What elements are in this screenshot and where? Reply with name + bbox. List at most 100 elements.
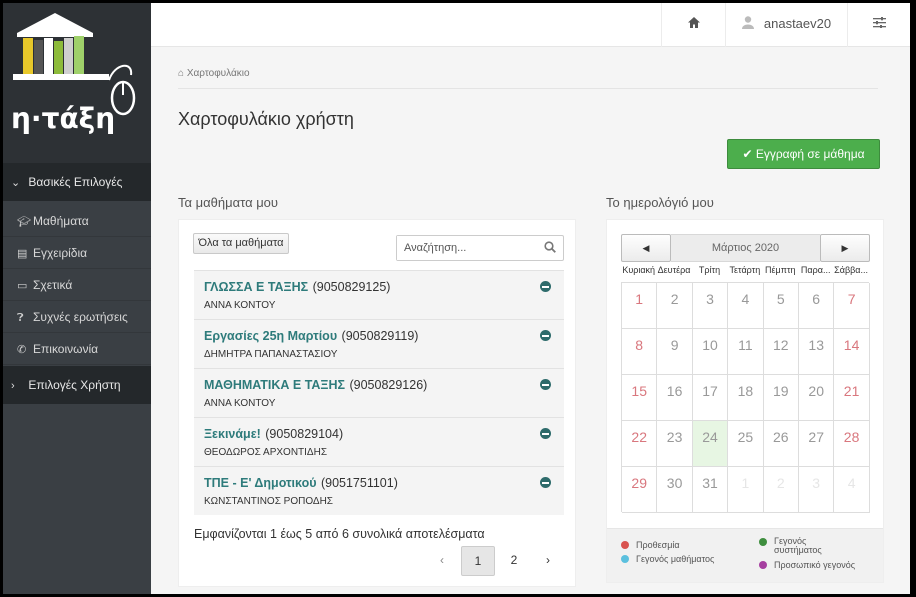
calendar-day[interactable]: 11 [728,329,764,375]
course-link[interactable]: Ξεκινάμε! [204,427,261,441]
logo[interactable]: η·τάξη [3,3,151,163]
legend-dot [621,541,629,549]
sidebar-item-contact[interactable]: ✆ Επικοινωνία [3,333,151,365]
legend-dot [759,538,767,546]
calendar-day[interactable]: 12 [763,329,799,375]
course-code: (9050829126) [349,378,428,392]
sidebar-item-courses[interactable]: 🎓︎ Μαθήματα [3,205,151,237]
sidebar-item-about[interactable]: ▭ Σχετικά [3,269,151,301]
sidebar-section-user[interactable]: › Επιλογές Χρήστη [3,366,151,404]
legend-item: Γεγονός συστήματος [759,537,859,555]
sidebar-section-main-label: Βασικές Επιλογές [28,175,123,189]
calendar-day[interactable]: 6 [799,283,835,329]
course-list: ΓΛΩΣΣΑ Ε ΤΑΞΗΣ (9050829125) ΑΝΝΑ ΚΟΝΤΟΥ … [194,270,564,515]
course-link[interactable]: Εργασίες 25η Μαρτίου [204,329,337,343]
home-icon[interactable]: ⌂ [178,68,184,79]
weekday-label: Παρα... [800,265,831,275]
pagination-next[interactable]: › [531,546,565,576]
calendar-day[interactable]: 23 [657,421,693,467]
pagination-page[interactable]: 2 [497,546,531,576]
breadcrumb-item[interactable]: Χαρτοφυλάκιο [187,68,250,79]
weekday-label: Δευτέρα [657,265,691,275]
calendar-day[interactable]: 17 [692,375,729,421]
legend-dot [621,555,629,563]
calendar-day[interactable]: 27 [799,421,835,467]
calendar-day[interactable]: 8 [622,329,658,375]
calendar-day[interactable]: 4 [834,467,870,513]
course-code: (9050829104) [265,427,344,441]
minus-circle-icon[interactable] [540,379,551,390]
calendar-day[interactable]: 21 [834,375,870,421]
calendar-day[interactable]: 7 [834,283,870,329]
course-link[interactable]: ΓΛΩΣΣΑ Ε ΤΑΞΗΣ [204,280,308,294]
calendar-day[interactable]: 26 [763,421,799,467]
calendar-prev-button[interactable]: ◀ [621,234,671,262]
weekday-label: Πέμπτη [765,265,796,275]
calendar-day[interactable]: 3 [799,467,835,513]
sidebar-item-label: Μαθήματα [33,214,89,228]
calendar-month-label: Μάρτιος 2020 [671,234,820,262]
calendar-day[interactable]: 9 [657,329,693,375]
minus-circle-icon[interactable] [540,281,551,292]
calendar-day[interactable]: 2 [763,467,799,513]
chevron-down-icon: ⌄ [11,177,21,189]
phone-icon: ✆ [17,344,27,356]
calendar-day[interactable]: 25 [728,421,764,467]
results-summary: Εμφανίζονται 1 έως 5 από 6 συνολικά αποτ… [194,527,485,541]
calendar-day[interactable]: 16 [657,375,693,421]
calendar-day[interactable]: 14 [834,329,870,375]
home-button[interactable] [661,3,725,47]
course-link[interactable]: ΤΠΕ - Ε' Δημοτικού [204,476,317,490]
course-link[interactable]: ΜΑΘΗΜΑΤΙΚΑ Ε ΤΑΞΗΣ [204,378,345,392]
sidebar-item-manuals[interactable]: ▤ Εγχειρίδια [3,237,151,269]
settings-button[interactable] [847,3,910,47]
calendar-day[interactable]: 13 [799,329,835,375]
logo-graphic: η·τάξη [11,13,136,135]
search-input[interactable] [397,236,537,260]
legend-dot [759,561,767,569]
calendar-next-button[interactable]: ▶ [820,234,870,262]
check-icon: ✔ [742,147,753,161]
calendar-day[interactable]: 29 [622,467,658,513]
enroll-course-label: Εγγραφή σε μάθημα [755,147,865,161]
calendar-day[interactable]: 30 [657,467,693,513]
calendar-day[interactable]: 28 [834,421,870,467]
calendar-day[interactable]: 15 [622,375,658,421]
minus-circle-icon[interactable] [540,477,551,488]
calendar-day[interactable]: 2 [657,283,693,329]
course-code: (9050829119) [341,329,419,343]
calendar-day[interactable]: 20 [799,375,835,421]
legend-label: Γεγονός μαθήματος [636,554,715,564]
calendar-day[interactable]: 1 [622,283,658,329]
sliders-icon [872,17,886,29]
app-window: η·τάξη ⌄ Βασικές Επιλογές 🎓︎ Μαθήματα ▤ Εγ… [3,3,910,594]
calendar-day[interactable]: 31 [692,467,729,513]
sidebar-item-faq[interactable]: ❓︎ Συχνές ερωτήσεις [3,301,151,333]
pagination-page[interactable]: 1 [461,546,495,576]
course-teacher: ΑΝΝΑ ΚΟΝΤΟΥ [204,398,276,409]
course-teacher: ΚΩΝΣΤΑΝΤΙΝΟΣ ΡΟΠΟΔΗΣ [204,496,333,507]
sidebar-item-label: Συχνές ερωτήσεις [33,310,128,324]
calendar-day[interactable]: 24 [692,421,729,467]
calendar-day[interactable]: 10 [692,329,729,375]
all-courses-button[interactable]: Όλα τα μαθήματα [193,233,289,254]
minus-circle-icon[interactable] [540,330,551,341]
file-icon: ▤ [17,248,28,260]
sidebar-section-user-label: Επιλογές Χρήστη [28,378,121,392]
enroll-course-button[interactable]: ✔ Εγγραφή σε μάθημα [727,139,880,169]
sidebar: η·τάξη ⌄ Βασικές Επιλογές 🎓︎ Μαθήματα ▤ Εγ… [3,3,151,594]
calendar-day[interactable]: 4 [728,283,764,329]
calendar-day[interactable]: 5 [763,283,799,329]
calendar-day[interactable]: 1 [728,467,764,513]
sidebar-section-main[interactable]: ⌄ Βασικές Επιλογές [3,163,151,201]
calendar-day[interactable]: 22 [622,421,658,467]
caret-right-icon: ▶ [841,243,849,253]
chevron-right-icon: › [11,380,15,392]
calendar-day[interactable]: 19 [763,375,799,421]
search-icon[interactable] [544,241,556,253]
calendar-day[interactable]: 18 [728,375,764,421]
pagination-prev[interactable]: ‹ [425,546,459,576]
minus-circle-icon[interactable] [540,428,551,439]
calendar-day[interactable]: 3 [692,283,729,329]
user-menu[interactable]: anastaev20 [725,3,847,47]
